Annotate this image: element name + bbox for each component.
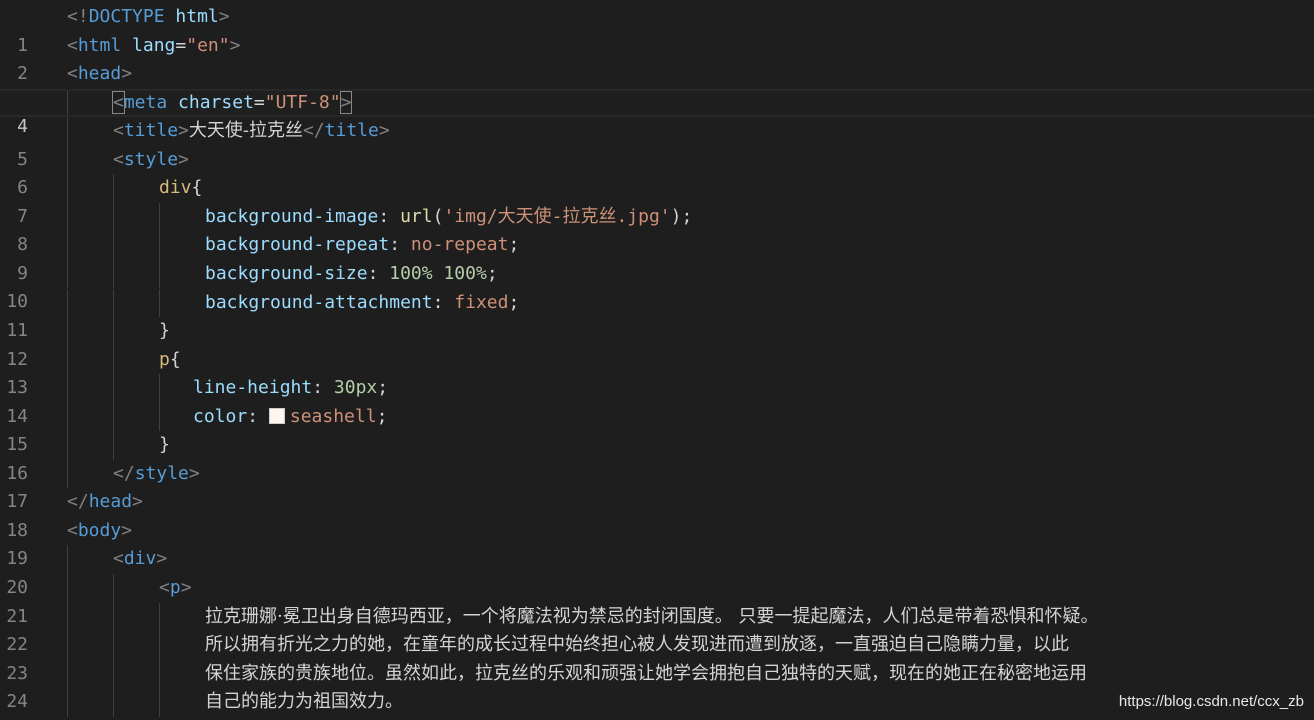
code-line-9[interactable]: 9 background-repeat: no-repeat;	[0, 231, 1314, 284]
indent-guide	[113, 431, 114, 460]
code-text: <meta charset="UTF-8">	[112, 90, 353, 114]
indent-guide	[113, 174, 114, 203]
code-text: 所以拥有折光之力的她，在童年的成长过程中始终担心被人发现进而遭到放逐，一直强迫自…	[205, 634, 1069, 656]
code-line-3[interactable]: 3 <head>	[0, 60, 1314, 113]
indent-guide	[67, 288, 68, 318]
code-line-21[interactable]: 21 <p>	[0, 574, 1314, 627]
indent-guide	[159, 259, 160, 289]
code-line-25[interactable]: 25 自己的能力为祖国效力。	[0, 688, 1314, 720]
indent-guide	[113, 231, 114, 260]
code-line-10[interactable]: 10 background-size: 100% 100%;	[0, 259, 1314, 312]
indent-guide	[67, 659, 68, 689]
code-text: <body>	[67, 519, 133, 541]
indent-guide	[67, 574, 68, 603]
code-text: <html lang="en">	[67, 34, 241, 56]
code-line-24[interactable]: 24 保住家族的贵族地位。虽然如此，拉克丝的乐观和顽强让她学会拥抱自己独特的天赋…	[0, 659, 1314, 712]
code-line-13[interactable]: 13 p{	[0, 345, 1314, 398]
indent-guide	[67, 259, 68, 289]
indent-guide	[67, 90, 68, 116]
indent-guide	[159, 602, 160, 632]
indent-guide	[113, 602, 114, 632]
code-line-16[interactable]: 16 }	[0, 431, 1314, 484]
indent-guide	[113, 345, 114, 375]
indent-guide	[67, 402, 68, 432]
code-text: background-attachment: fixed;	[205, 291, 520, 313]
code-line-4-current[interactable]: 4 <meta charset="UTF-8">	[0, 88, 1314, 137]
code-line-22[interactable]: 22 拉克珊娜·冕卫出身自德玛西亚，一个将魔法视为禁忌的封闭国度。 只要一提起魔…	[0, 602, 1314, 655]
watermark: https://blog.csdn.net/ccx_zb	[1118, 693, 1304, 710]
indent-guide	[159, 231, 160, 260]
indent-guide	[113, 288, 114, 318]
indent-guide	[159, 202, 160, 232]
indent-guide	[113, 402, 114, 432]
indent-guide	[113, 574, 114, 603]
code-line-19[interactable]: 19 <body>	[0, 517, 1314, 570]
indent-guide	[113, 659, 114, 689]
indent-guide	[67, 345, 68, 375]
code-text: div{	[159, 177, 203, 199]
indent-guide	[67, 145, 68, 175]
code-line-18[interactable]: 18 </head>	[0, 488, 1314, 541]
indent-guide	[159, 402, 160, 432]
code-text: 保住家族的贵族地位。虽然如此，拉克丝的乐观和顽强让她学会拥抱自己独特的天赋，现在…	[205, 662, 1087, 684]
indent-guide	[67, 202, 68, 232]
indent-guide	[159, 288, 160, 318]
code-text: }	[159, 320, 170, 342]
indent-guide	[113, 374, 114, 403]
indent-guide	[113, 259, 114, 289]
indent-guide	[67, 688, 68, 717]
indent-guide	[67, 117, 68, 146]
code-line-5[interactable]: 5 <title>大天使-拉克丝</title>	[0, 117, 1314, 170]
indent-guide	[159, 631, 160, 660]
code-text: }	[159, 434, 170, 456]
indent-guide	[67, 231, 68, 260]
code-text: <style>	[113, 148, 189, 170]
code-line-8[interactable]: 8 background-image: url('img/大天使-拉克丝.jpg…	[0, 202, 1314, 255]
code-line-23[interactable]: 23 所以拥有折光之力的她，在童年的成长过程中始终担心被人发现进而遭到放逐，一直…	[0, 631, 1314, 684]
indent-guide	[159, 659, 160, 689]
indent-guide	[67, 317, 68, 346]
indent-guide	[113, 317, 114, 346]
code-text: 拉克珊娜·冕卫出身自德玛西亚，一个将魔法视为禁忌的封闭国度。 只要一提起魔法，人…	[205, 605, 1099, 627]
code-line-12[interactable]: 12 }	[0, 317, 1314, 370]
code-text: 自己的能力为祖国效力。	[205, 691, 403, 713]
code-text: <!DOCTYPE html>	[67, 6, 230, 27]
code-line-1[interactable]: 1 <!DOCTYPE html>	[0, 3, 1314, 56]
code-text: </style>	[113, 462, 200, 484]
code-text: color: seashell;	[193, 405, 388, 427]
code-text: <head>	[67, 63, 133, 85]
indent-guide	[67, 174, 68, 203]
indent-guide	[67, 431, 68, 460]
indent-guide	[113, 688, 114, 717]
color-swatch[interactable]	[268, 407, 285, 424]
code-line-2[interactable]: 2 <html lang="en">	[0, 32, 1314, 85]
indent-guide	[159, 688, 160, 717]
code-text: background-repeat: no-repeat;	[205, 234, 520, 256]
code-line-11[interactable]: 11 background-attachment: fixed;	[0, 288, 1314, 341]
code-line-17[interactable]: 17 </style>	[0, 459, 1314, 512]
code-text: background-image: url('img/大天使-拉克丝.jpg')…	[205, 205, 693, 227]
code-line-20[interactable]: 20 <div>	[0, 545, 1314, 598]
code-line-15[interactable]: 15 color: seashell;	[0, 402, 1314, 455]
indent-guide	[159, 374, 160, 403]
indent-guide	[67, 545, 68, 574]
code-text: <title>大天使-拉克丝</title>	[113, 120, 390, 142]
code-line-7[interactable]: 7 div{	[0, 174, 1314, 227]
code-line-6[interactable]: 6 <style>	[0, 145, 1314, 198]
code-text: <div>	[113, 548, 168, 570]
indent-guide	[67, 374, 68, 403]
indent-guide	[67, 459, 68, 489]
indent-guide	[113, 631, 114, 660]
indent-guide	[67, 631, 68, 660]
code-text: line-height: 30px;	[193, 377, 389, 399]
code-line-14[interactable]: 14 line-height: 30px;	[0, 374, 1314, 427]
indent-guide	[67, 602, 68, 632]
code-text: background-size: 100% 100%;	[205, 262, 498, 284]
indent-guide	[113, 202, 114, 232]
code-text: p{	[159, 348, 181, 370]
code-editor[interactable]: 1 <!DOCTYPE html> 2 <html lang="en"> 3 <…	[0, 0, 1314, 720]
code-text: <p>	[159, 577, 192, 598]
code-text: </head>	[67, 491, 143, 513]
